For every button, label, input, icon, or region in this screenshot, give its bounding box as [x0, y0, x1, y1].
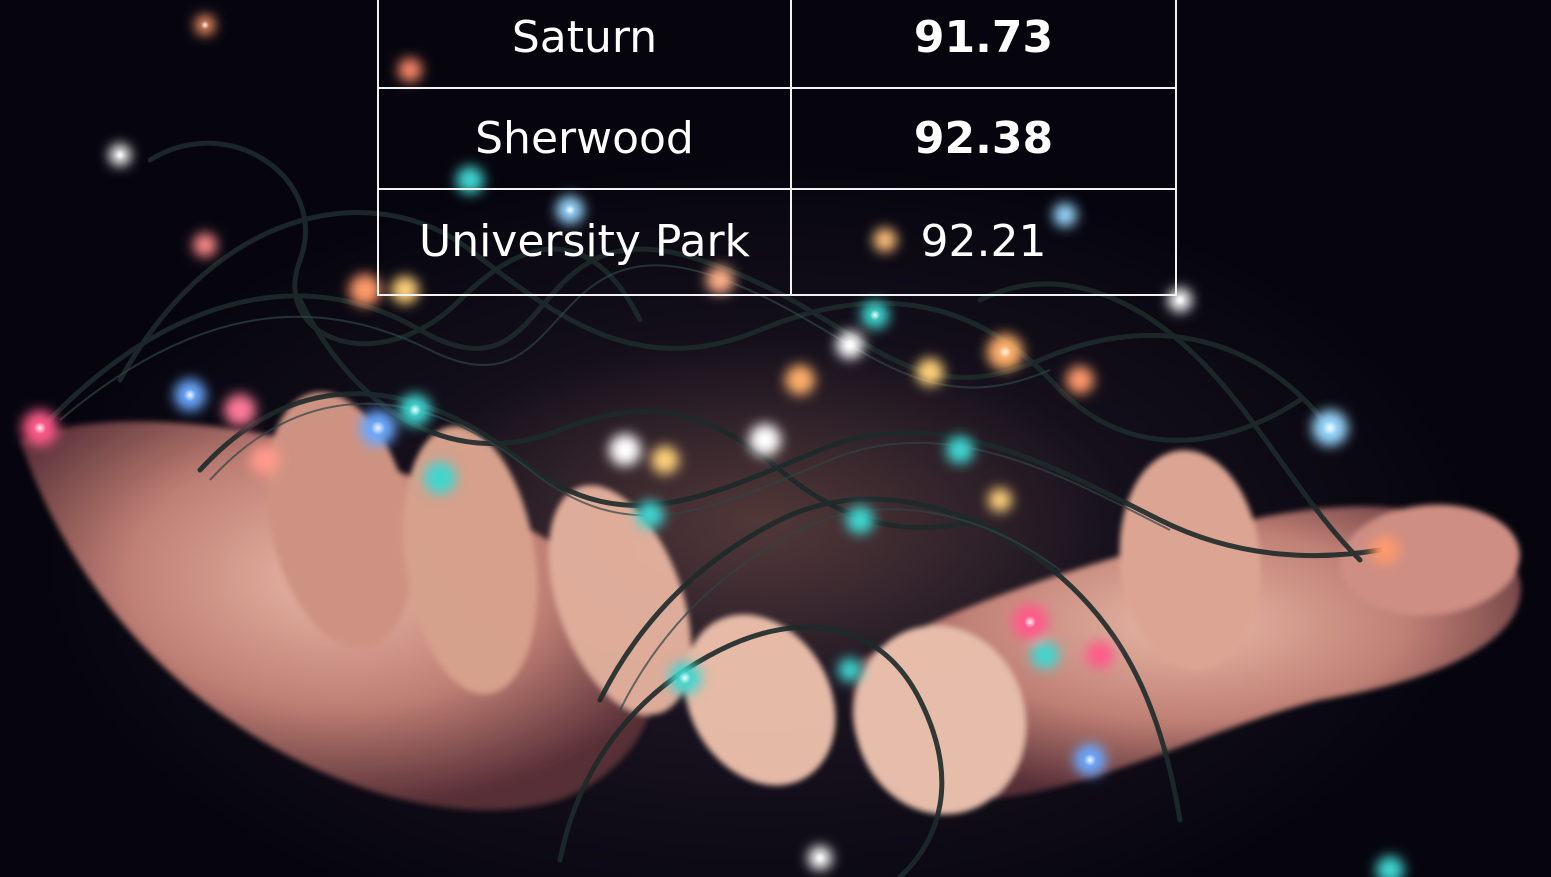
table-cell-value: 91.73 [790, 0, 1177, 89]
table-cell-name: Saturn [377, 0, 792, 89]
table-row: University Park 92.21 [377, 188, 1177, 296]
table-cell-name: University Park [377, 188, 792, 296]
table-cell-value: 92.21 [790, 188, 1177, 296]
left-hand [20, 392, 836, 811]
results-table: Saturn 91.73 Sherwood 92.38 University P… [377, 0, 1177, 296]
photo-background: Saturn 91.73 Sherwood 92.38 University P… [0, 0, 1551, 877]
table-row: Saturn 91.73 [377, 0, 1177, 89]
table-cell-name: Sherwood [377, 87, 792, 190]
table-row: Sherwood 92.38 [377, 87, 1177, 190]
right-hand [851, 450, 1521, 815]
table-cell-value: 92.38 [790, 87, 1177, 190]
